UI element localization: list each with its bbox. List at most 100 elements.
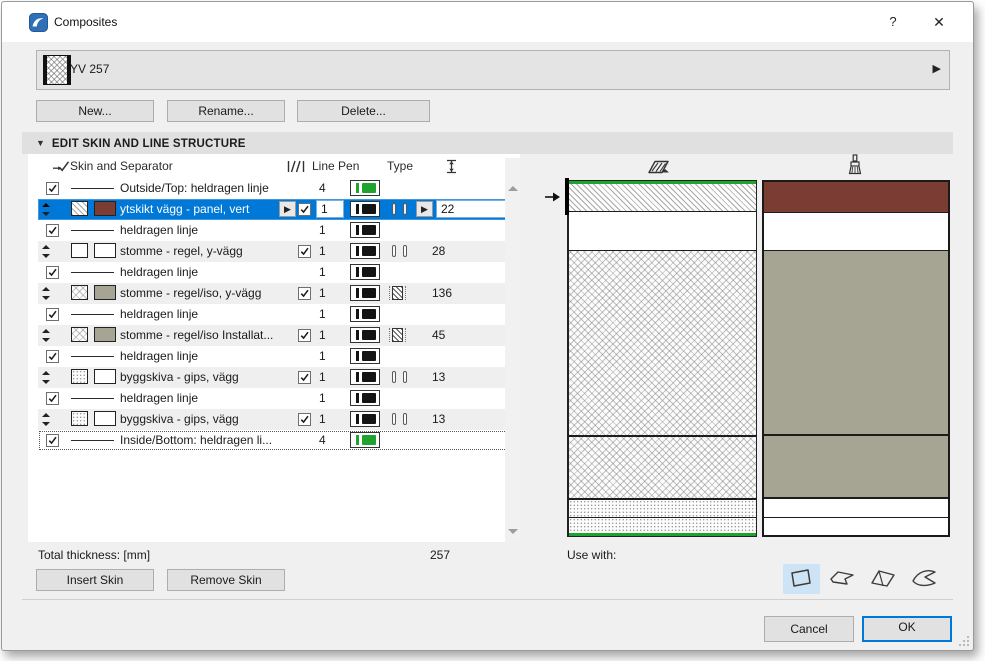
remove-skin-button[interactable]: Remove Skin [167,569,285,591]
pen-color-swatch[interactable] [350,390,380,406]
pen-color-swatch[interactable] [350,222,380,238]
pen-visibility-checkbox[interactable] [298,371,311,384]
separator-row[interactable]: heldragen linje 1 [38,304,508,325]
pen-color-swatch[interactable] [350,432,380,448]
use-with-shell-button[interactable] [906,564,943,594]
table-scrollbar[interactable] [505,158,520,542]
cancel-button[interactable]: Cancel [764,616,854,642]
separator-row[interactable]: heldragen linje 1 [38,346,508,367]
separator-row[interactable]: heldragen linje 1 [38,262,508,283]
separator-visibility-checkbox[interactable] [46,392,59,405]
pen-color-swatch[interactable] [350,411,380,427]
pen-visibility-checkbox[interactable] [298,245,311,258]
insert-skin-button[interactable]: Insert Skin [36,569,154,591]
pen-visibility-checkbox[interactable] [298,329,311,342]
surface-swatch[interactable] [94,327,116,342]
skin-row[interactable]: byggskiva - gips, vägg 1 13 [38,367,508,388]
preview-surface-layer[interactable] [764,434,948,497]
pen-visibility-checkbox[interactable] [298,203,311,216]
preview-surface-layer[interactable] [764,516,948,535]
skin-row[interactable]: stomme - regel, y-vägg 1 28 [38,241,508,262]
pen-color-swatch[interactable] [350,369,380,385]
drag-handle-icon[interactable] [41,413,51,426]
drag-handle-icon[interactable] [41,287,51,300]
use-with-wall-button[interactable] [783,564,820,594]
separator-visibility-checkbox[interactable] [46,350,59,363]
separator-visibility-checkbox[interactable] [46,434,59,447]
separator-row[interactable]: heldragen linje 1 [38,388,508,409]
cut-fill-swatch[interactable] [71,201,88,216]
use-with-roof-button[interactable] [865,564,902,594]
skin-row[interactable]: stomme - regel/iso, y-vägg 1 136 [38,283,508,304]
drag-handle-icon[interactable] [41,203,51,216]
scroll-down-icon[interactable] [508,529,518,534]
preview-fill-layer[interactable] [569,497,756,518]
pen-color-swatch[interactable] [350,348,380,364]
pen-visibility-checkbox[interactable] [298,413,311,426]
skin-row[interactable]: byggskiva - gips, vägg 1 13 [38,409,508,430]
separator-visibility-checkbox[interactable] [46,182,59,195]
thickness-field[interactable]: 22 [436,200,506,218]
preview-surface-column[interactable] [762,180,950,537]
use-with-slab-button[interactable] [824,564,861,594]
close-button[interactable]: ✕ [920,2,958,42]
preview-surface-layer[interactable] [764,250,948,435]
skin-type-icon[interactable] [390,371,412,384]
surface-swatch[interactable] [94,411,116,426]
type-flyout-button[interactable]: ▶ [416,201,433,217]
pen-color-swatch[interactable] [350,180,380,196]
pen-color-swatch[interactable] [350,264,380,280]
skin-row[interactable]: ytskikt vägg - panel, vert ▶ 1 ▶ 22 [38,199,508,220]
preview-surface-layer[interactable] [764,182,948,212]
surface-swatch[interactable] [94,285,116,300]
help-button[interactable]: ? [874,2,912,42]
new-button[interactable]: New... [36,100,154,122]
delete-button[interactable]: Delete... [297,100,430,122]
scroll-up-icon[interactable] [508,186,518,191]
core-type-icon[interactable] [389,286,406,300]
cut-fill-swatch[interactable] [71,411,88,426]
separator-row[interactable]: Outside/Top: heldragen linje 4 [38,178,508,199]
preview-fill-layer[interactable] [569,210,756,250]
core-type-icon[interactable] [389,328,406,342]
pen-color-swatch[interactable] [350,243,380,259]
cut-fill-swatch[interactable] [71,369,88,384]
composite-selector[interactable]: YV 257 ▶ [36,50,950,90]
preview-fill-column[interactable] [565,178,757,537]
surface-swatch[interactable] [94,369,116,384]
pen-color-swatch[interactable] [350,306,380,322]
preview-fill-layer[interactable] [569,434,756,498]
cut-fill-swatch[interactable] [71,243,88,258]
drag-handle-icon[interactable] [41,371,51,384]
surface-swatch[interactable] [94,243,116,258]
pen-color-swatch[interactable] [350,285,380,301]
preview-fill-layer[interactable] [569,517,756,537]
skin-type-icon[interactable] [390,203,412,216]
separator-visibility-checkbox[interactable] [46,308,59,321]
pen-color-swatch[interactable] [350,327,380,343]
drag-handle-icon[interactable] [41,245,51,258]
separator-row[interactable]: Inside/Bottom: heldragen li... 4 [38,430,508,451]
skin-type-icon[interactable] [390,245,412,258]
preview-surface-layer[interactable] [764,211,948,251]
section-header-edit-skin[interactable]: ▼ EDIT SKIN AND LINE STRUCTURE [22,132,953,154]
preview-fill-layer[interactable] [565,178,756,215]
pen-color-swatch[interactable] [350,201,380,217]
rename-button[interactable]: Rename... [167,100,285,122]
pen-visibility-checkbox[interactable] [298,287,311,300]
separator-visibility-checkbox[interactable] [46,266,59,279]
ok-button[interactable]: OK [862,616,952,642]
preview-fill-layer[interactable] [569,249,756,435]
resize-grip[interactable] [958,635,970,647]
cut-fill-swatch[interactable] [71,285,88,300]
separator-visibility-checkbox[interactable] [46,224,59,237]
separator-row[interactable]: heldragen linje 1 [38,220,508,241]
line-pen-field[interactable]: 1 [316,200,344,218]
preview-surface-layer[interactable] [764,497,948,517]
cut-fill-swatch[interactable] [71,327,88,342]
drag-handle-icon[interactable] [41,329,51,342]
skin-flyout-button[interactable]: ▶ [279,201,296,217]
skin-row[interactable]: stomme - regel/iso Installat... 1 45 [38,325,508,346]
surface-swatch[interactable] [94,201,116,216]
skin-type-icon[interactable] [390,413,412,426]
